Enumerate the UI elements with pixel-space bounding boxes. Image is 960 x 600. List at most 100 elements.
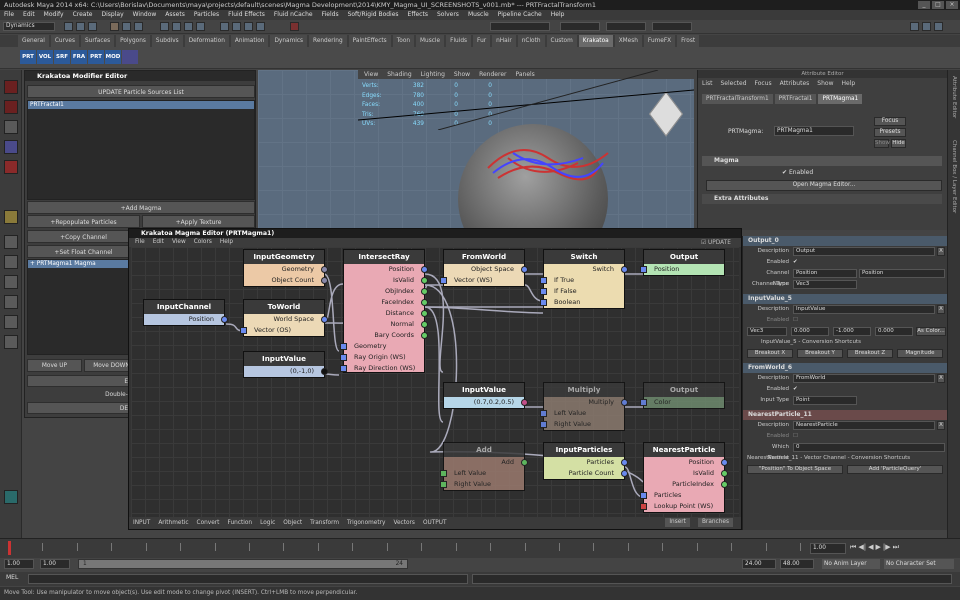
node-inputgeometry[interactable]: InputGeometry Geometry Object Count	[243, 249, 328, 287]
ae-menu-help[interactable]: Help	[841, 78, 855, 90]
input-port[interactable]	[340, 365, 347, 372]
scale-tool-icon[interactable]	[4, 210, 18, 224]
description-field[interactable]: FromWorld	[793, 374, 935, 383]
extra-attributes-header[interactable]: Extra Attributes	[702, 194, 942, 204]
value-z-field[interactable]: 0.000	[875, 327, 913, 336]
ae-menu-list[interactable]: List	[702, 78, 713, 90]
shelf-tab-krakatoa[interactable]: Krakatoa	[578, 35, 613, 47]
cat-vectors[interactable]: Vectors	[393, 517, 415, 529]
output-port[interactable]	[321, 277, 328, 284]
node-fromworld[interactable]: FromWorld Object Space Vector (WS)	[440, 249, 528, 287]
add-particlequery-button[interactable]: Add 'ParticleQuery'	[847, 465, 943, 474]
toggle-channel-box-icon[interactable]	[934, 22, 943, 31]
snap-grid-icon[interactable]	[160, 22, 169, 31]
end-time-field[interactable]: 48.00	[780, 559, 814, 569]
section-output-0[interactable]: Output_0	[743, 236, 947, 246]
new-scene-icon[interactable]	[64, 22, 73, 31]
shelf-tab-custom[interactable]: Custom	[546, 35, 577, 47]
lasso-tool-icon[interactable]	[4, 100, 18, 114]
go-to-end-icon[interactable]: ⏭	[893, 543, 899, 554]
output-port[interactable]	[521, 459, 528, 466]
menu-create[interactable]: Create	[73, 10, 93, 20]
apply-texture-button[interactable]: +Apply Texture	[142, 215, 255, 228]
section-inputvalue-5[interactable]: InputValue_5	[743, 294, 947, 304]
ae-menu-selected[interactable]: Selected	[721, 78, 747, 90]
enabled-checkbox[interactable]: ✔ Enabled	[782, 169, 813, 176]
ae-menu-attributes[interactable]: Attributes	[780, 78, 810, 90]
breakout-x-button[interactable]: Breakout X	[747, 349, 793, 358]
ae-menu-show[interactable]: Show	[817, 78, 833, 90]
cat-convert[interactable]: Convert	[197, 517, 220, 529]
ge-menu-file[interactable]: File	[135, 238, 145, 247]
prt-saver-icon[interactable]: PRT	[88, 50, 104, 64]
cat-output[interactable]: OUTPUT	[423, 517, 447, 529]
input-port[interactable]	[640, 266, 647, 273]
set-float-button[interactable]: +Set Float Channel	[27, 245, 140, 258]
input-port[interactable]	[540, 410, 547, 417]
play-back-icon[interactable]: ◀	[868, 543, 873, 554]
add-magma-button[interactable]: +Add Magma	[27, 201, 255, 214]
enabled-checkbox[interactable]: ☐	[793, 431, 798, 442]
minimize-button[interactable]: _	[918, 1, 930, 9]
menu-pipeline-cache[interactable]: Pipeline Cache	[498, 10, 542, 20]
shelf-tab-rendering[interactable]: Rendering	[309, 35, 347, 47]
which-nearest-field[interactable]: 0	[793, 443, 945, 452]
output-port[interactable]	[321, 266, 328, 273]
shelf-tab-frost[interactable]: Frost	[677, 35, 700, 47]
node-inputparticles[interactable]: InputParticles Particles Particle Count	[543, 442, 628, 480]
shelf-tab-polygons[interactable]: Polygons	[116, 35, 150, 47]
cat-arithmetic[interactable]: Arithmetic	[158, 517, 188, 529]
shelf-tab-general[interactable]: General	[18, 35, 49, 47]
x-field[interactable]	[560, 22, 600, 31]
node-multiply[interactable]: Multiply Multiply Left Value Right Value	[540, 382, 628, 431]
node-graph-canvas[interactable]: InputGeometry Geometry Object Count Inte…	[131, 247, 739, 519]
shelf-tab-xmesh[interactable]: XMesh	[614, 35, 642, 47]
show-button[interactable]: Show	[874, 139, 890, 148]
paint-tool-icon[interactable]	[4, 120, 18, 134]
input-port[interactable]	[540, 288, 547, 295]
node-intersectray[interactable]: IntersectRay Position IsValid ObjIndex F…	[340, 249, 428, 373]
command-input[interactable]	[28, 574, 468, 584]
start-time-field[interactable]: 1.00	[4, 559, 34, 569]
node-output-position[interactable]: Output Position	[640, 249, 725, 276]
modifier-editor-icon[interactable]: MOD	[105, 50, 121, 64]
ae-tab-prtfractal[interactable]: PRTFractal1	[774, 94, 817, 104]
node-inputchannel[interactable]: InputChannel Position	[143, 299, 228, 326]
output-port[interactable]	[321, 316, 328, 323]
3d-viewport[interactable]: View Shading Lighting Show Renderer Pane…	[258, 70, 694, 232]
layout-outliner-icon[interactable]	[4, 295, 18, 309]
layout-graph-icon[interactable]	[4, 315, 18, 329]
output-port[interactable]	[521, 399, 528, 406]
menu-help[interactable]: Help	[551, 10, 565, 20]
ipr-render-icon[interactable]	[244, 22, 253, 31]
ae-tab-prtmagma[interactable]: PRTMagma1	[818, 94, 863, 104]
ge-menu-edit[interactable]: Edit	[153, 238, 164, 247]
layout-four-icon[interactable]	[4, 255, 18, 269]
input-port[interactable]	[440, 277, 447, 284]
go-to-start-icon[interactable]: ⏮	[850, 543, 856, 554]
select-object-icon[interactable]	[122, 22, 131, 31]
output-port[interactable]	[421, 299, 428, 306]
playback-end-field[interactable]: 24.00	[742, 559, 776, 569]
description-field[interactable]: InputValue	[793, 305, 935, 314]
menu-solvers[interactable]: Solvers	[437, 10, 459, 20]
input-port[interactable]	[240, 327, 247, 334]
presets-button[interactable]: Presets	[874, 128, 906, 137]
menu-window[interactable]: Window	[133, 10, 157, 20]
branches-dropdown[interactable]: Branches	[697, 518, 733, 527]
shelf-tab-animation[interactable]: Animation	[230, 35, 269, 47]
step-back-icon[interactable]: ◀|	[858, 543, 866, 554]
sphere-mesh[interactable]	[458, 124, 609, 232]
node-toworld[interactable]: ToWorld World Space Vector (OS)	[240, 299, 328, 337]
shelf-tab-fur[interactable]: Fur	[473, 35, 491, 47]
open-scene-icon[interactable]	[76, 22, 85, 31]
shelf-tab-ncloth[interactable]: nCloth	[517, 35, 545, 47]
enabled-checkbox[interactable]: ✔	[793, 384, 798, 395]
node-inputvalue-down[interactable]: InputValue (0,-1,0)	[243, 351, 328, 378]
output-port[interactable]	[621, 459, 628, 466]
description-field[interactable]: NearestParticle	[793, 421, 935, 430]
value-x-field[interactable]: 0.000	[791, 327, 829, 336]
shelf-tab-nhair[interactable]: nHair	[492, 35, 516, 47]
menu-assets[interactable]: Assets	[165, 10, 185, 20]
hide-button[interactable]: Hide	[891, 139, 906, 148]
